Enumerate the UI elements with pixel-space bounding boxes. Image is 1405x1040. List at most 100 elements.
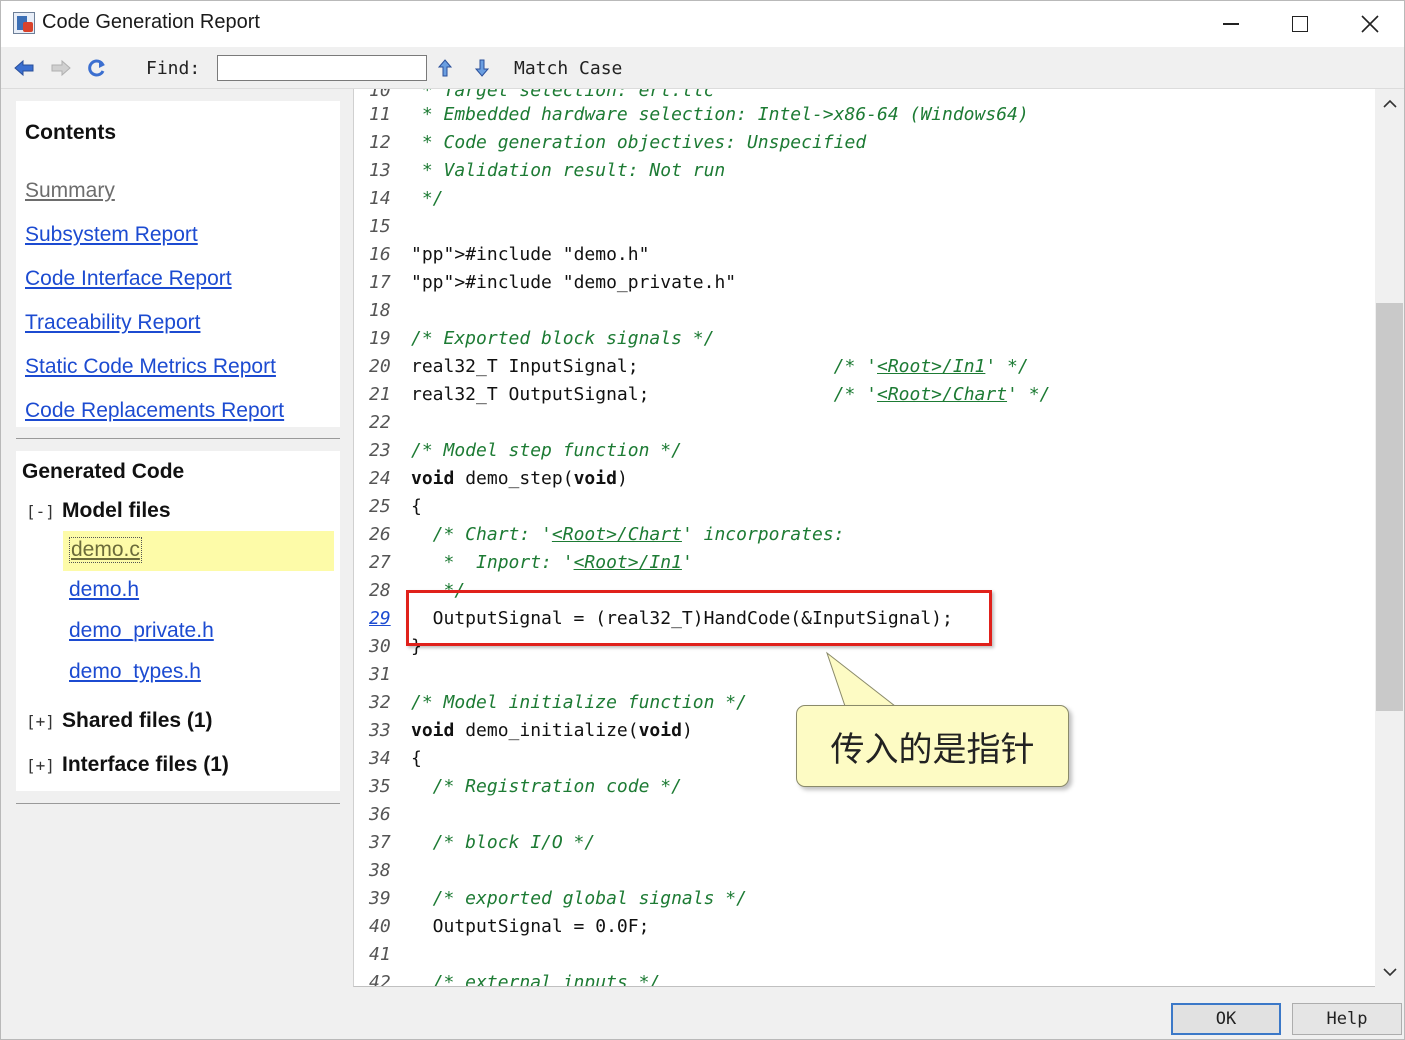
minimize-button[interactable] <box>1196 1 1266 47</box>
maximize-button[interactable] <box>1265 1 1335 47</box>
code-text: /* Chart: '<Root>/Chart' incorporates: <box>411 524 845 545</box>
callout-annotation: 传入的是指针 <box>796 705 1069 787</box>
close-button[interactable] <box>1335 1 1405 47</box>
ok-button[interactable]: OK <box>1171 1003 1281 1035</box>
scroll-up-button[interactable] <box>1375 93 1404 115</box>
code-text: * Code generation objectives: Unspecifie… <box>411 132 867 153</box>
refresh-button[interactable] <box>86 57 108 79</box>
match-case-toggle[interactable]: Match Case <box>514 58 622 79</box>
code-text: */ <box>411 188 444 209</box>
scroll-down-button[interactable] <box>1375 961 1404 983</box>
code-text: OutputSignal = 0.0F; <box>411 916 650 937</box>
arrow-up-icon <box>437 59 453 77</box>
code-line: 37 /* block I/O */ <box>354 829 1374 857</box>
vertical-scrollbar[interactable] <box>1375 89 1404 987</box>
model-files-label[interactable]: Model files <box>62 499 171 523</box>
code-line: 36 <box>354 801 1374 829</box>
code-line: 15 <box>354 213 1374 241</box>
code-text: OutputSignal = (real32_T)HandCode(&Input… <box>411 608 953 629</box>
line-number: 18 <box>369 300 391 321</box>
code-text: { <box>411 496 422 517</box>
maximize-icon <box>1292 16 1308 32</box>
line-number: 40 <box>369 916 391 937</box>
toolbar: Find: Match Case <box>1 47 1404 89</box>
nav-link-summary[interactable]: Summary <box>25 179 115 203</box>
file-link-demo-h[interactable]: demo.h <box>69 578 139 602</box>
report-window: Code Generation Report Find: Match Case … <box>0 0 1405 1040</box>
code-text: * Embedded hardware selection: Intel->x8… <box>411 104 1029 125</box>
code-text: real32_T InputSignal; /* '<Root>/In1' */ <box>411 356 1029 377</box>
file-link-demo-types-h[interactable]: demo_types.h <box>69 660 201 684</box>
line-number: 34 <box>369 748 391 769</box>
contents-title: Contents <box>25 121 116 144</box>
code-text: * Validation result: Not run <box>411 160 726 181</box>
line-number: 37 <box>369 832 391 853</box>
line-number: 14 <box>369 188 391 209</box>
refresh-icon <box>88 59 105 77</box>
code-line: 12 * Code generation objectives: Unspeci… <box>354 129 1374 157</box>
model-files-toggle[interactable]: [-] <box>26 502 55 521</box>
nav-link-traceability-report[interactable]: Traceability Report <box>25 311 200 335</box>
code-line: 27 * Inport: '<Root>/In1' <box>354 549 1374 577</box>
code-line: 23 /* Model step function */ <box>354 437 1374 465</box>
generated-code-panel: Generated Code [-] Model files demo.c de… <box>16 451 340 791</box>
find-input[interactable] <box>217 55 427 81</box>
code-line: 42 /* external inputs */ <box>354 969 1374 986</box>
code-text: { <box>411 748 422 769</box>
code-viewer[interactable]: 10 * Target selection: ert.tlc 11 * Embed… <box>353 89 1375 987</box>
line-number: 33 <box>369 720 391 741</box>
close-icon <box>1361 15 1379 33</box>
chevron-up-icon <box>1382 99 1397 108</box>
file-link-demo-private-h[interactable]: demo_private.h <box>69 619 214 643</box>
line-number: 20 <box>369 356 391 377</box>
line-number: 31 <box>369 664 391 685</box>
interface-files-toggle[interactable]: [+] <box>26 756 55 775</box>
selected-file-row[interactable]: demo.c <box>63 531 334 571</box>
code-line: 22 <box>354 409 1374 437</box>
nav-link-static-code-metrics-report[interactable]: Static Code Metrics Report <box>25 355 276 379</box>
back-button[interactable] <box>13 57 35 79</box>
line-number: 35 <box>369 776 391 797</box>
help-button[interactable]: Help <box>1292 1003 1402 1035</box>
find-next-button[interactable] <box>471 57 493 79</box>
code-line: 14 */ <box>354 185 1374 213</box>
line-number: 19 <box>369 328 391 349</box>
back-arrow-icon <box>14 59 34 77</box>
contents-panel: Contents Summary Subsystem Report Code I… <box>16 101 340 427</box>
code-line: 21 real32_T OutputSignal; /* '<Root>/Char… <box>354 381 1374 409</box>
line-number: 15 <box>369 216 391 237</box>
find-previous-button[interactable] <box>434 57 456 79</box>
window-title: Code Generation Report <box>42 11 260 33</box>
chevron-down-icon <box>1382 968 1397 977</box>
line-number: 41 <box>369 944 391 965</box>
find-label: Find: <box>146 58 201 79</box>
minimize-icon <box>1223 23 1239 25</box>
code-line: 39 /* exported global signals */ <box>354 885 1374 913</box>
interface-files-label[interactable]: Interface files (1) <box>62 753 229 777</box>
code-line: 11 * Embedded hardware selection: Intel-… <box>354 101 1374 129</box>
file-link-demo-c[interactable]: demo.c <box>69 537 142 563</box>
forward-button[interactable] <box>50 57 72 79</box>
code-text: /* Model initialize function */ <box>411 692 747 713</box>
code-line: 20 real32_T InputSignal; /* '<Root>/In1' … <box>354 353 1374 381</box>
scroll-thumb[interactable] <box>1376 303 1403 711</box>
line-number: 26 <box>369 524 391 545</box>
code-line: 13 * Validation result: Not run <box>354 157 1374 185</box>
shared-files-label[interactable]: Shared files (1) <box>62 709 213 733</box>
line-number: 28 <box>369 580 391 601</box>
line-number: 25 <box>369 496 391 517</box>
shared-files-toggle[interactable]: [+] <box>26 712 55 731</box>
code-text: */ <box>411 580 466 601</box>
nav-link-subsystem-report[interactable]: Subsystem Report <box>25 223 198 247</box>
nav-link-code-replacements-report[interactable]: Code Replacements Report <box>25 399 284 423</box>
line-number-link[interactable]: 29 <box>369 605 409 633</box>
code-line: 28 */ <box>354 577 1374 605</box>
code-text: "pp">#include "demo.h" <box>411 244 650 265</box>
code-text: /* exported global signals */ <box>411 888 747 909</box>
generated-code-title: Generated Code <box>22 460 185 483</box>
line-number: 16 <box>369 244 391 265</box>
app-icon <box>13 12 35 34</box>
code-text: void demo_step(void) <box>411 468 628 489</box>
line-number: 22 <box>369 412 391 433</box>
nav-link-code-interface-report[interactable]: Code Interface Report <box>25 267 232 291</box>
